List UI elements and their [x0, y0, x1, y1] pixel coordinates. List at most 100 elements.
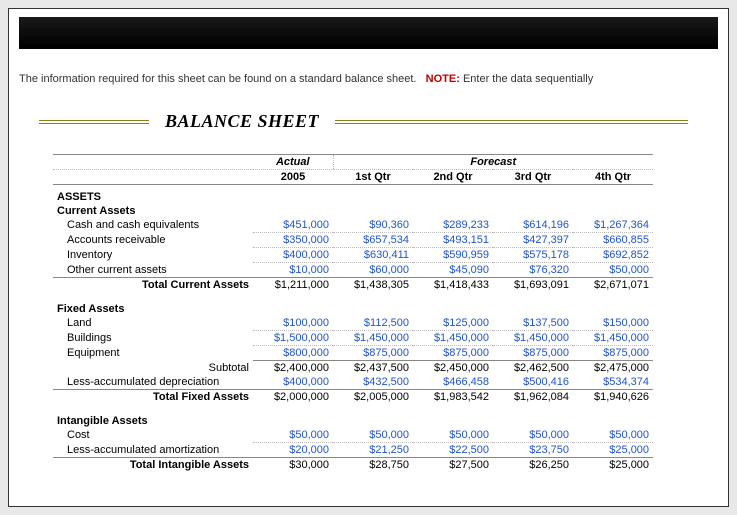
cell-value[interactable]: $432,500: [333, 375, 413, 390]
cell-value[interactable]: $21,250: [333, 443, 413, 458]
cell-value[interactable]: $90,360: [333, 218, 413, 233]
cell-value[interactable]: $657,534: [333, 233, 413, 248]
cell-total: $1,438,305: [333, 278, 413, 293]
cell-value[interactable]: $427,397: [493, 233, 573, 248]
cell-value[interactable]: $50,000: [573, 428, 653, 443]
cell-value[interactable]: $466,458: [413, 375, 493, 390]
title-row: BALANCE SHEET: [19, 111, 718, 132]
cell-total: $26,250: [493, 458, 573, 473]
title-rule-left: [39, 120, 149, 124]
cell-value[interactable]: $614,196: [493, 218, 573, 233]
header-q4: 4th Qtr: [573, 170, 653, 185]
note-label: NOTE:: [426, 73, 460, 85]
cell-value[interactable]: $500,416: [493, 375, 573, 390]
cell-value[interactable]: $660,855: [573, 233, 653, 248]
cell-value[interactable]: $1,500,000: [253, 331, 333, 346]
cell-value[interactable]: $875,000: [573, 346, 653, 361]
info-prefix: The information required for this sheet …: [19, 73, 416, 85]
cell-value[interactable]: $1,450,000: [333, 331, 413, 346]
less-amortization: Less-accumulated amortization $20,000 $2…: [53, 443, 653, 458]
cell-value[interactable]: $289,233: [413, 218, 493, 233]
cell-value[interactable]: $800,000: [253, 346, 333, 361]
cell-value[interactable]: $100,000: [253, 316, 333, 331]
cell-value[interactable]: $1,450,000: [413, 331, 493, 346]
header-q1: 1st Qtr: [333, 170, 413, 185]
cell-subtotal: $2,450,000: [413, 361, 493, 376]
cell-value[interactable]: $590,959: [413, 248, 493, 263]
cell-value[interactable]: $50,000: [413, 428, 493, 443]
cell-value[interactable]: $23,750: [493, 443, 573, 458]
cell-value[interactable]: $451,000: [253, 218, 333, 233]
header-q3: 3rd Qtr: [493, 170, 573, 185]
header-row-periods: 2005 1st Qtr 2nd Qtr 3rd Qtr 4th Qtr: [53, 170, 653, 185]
cell-value[interactable]: $50,000: [333, 428, 413, 443]
fixed-assets-label: Fixed Assets: [53, 302, 653, 316]
cell-total: $2,005,000: [333, 390, 413, 405]
cell-value[interactable]: $875,000: [333, 346, 413, 361]
cell-value[interactable]: $493,151: [413, 233, 493, 248]
cell-value[interactable]: $875,000: [493, 346, 573, 361]
row-label: Accounts receivable: [53, 233, 253, 248]
cell-total: $1,693,091: [493, 278, 573, 293]
cell-value[interactable]: $76,320: [493, 263, 573, 278]
cell-value[interactable]: $20,000: [253, 443, 333, 458]
cell-value[interactable]: $60,000: [333, 263, 413, 278]
cell-total: $2,000,000: [253, 390, 333, 405]
cell-value[interactable]: $50,000: [573, 263, 653, 278]
assets-table: Actual Forecast 2005 1st Qtr 2nd Qtr 3rd…: [53, 154, 653, 472]
header-row-group: Actual Forecast: [53, 155, 653, 170]
total-label: Total Current Assets: [53, 278, 253, 293]
cell-value[interactable]: $692,852: [573, 248, 653, 263]
table-row: Buildings $1,500,000 $1,450,000 $1,450,0…: [53, 331, 653, 346]
cell-subtotal: $2,462,500: [493, 361, 573, 376]
cell-value[interactable]: $534,374: [573, 375, 653, 390]
cell-total: $2,671,071: [573, 278, 653, 293]
cell-subtotal: $2,475,000: [573, 361, 653, 376]
cell-value[interactable]: $575,178: [493, 248, 573, 263]
cell-value[interactable]: $25,000: [573, 443, 653, 458]
cell-value[interactable]: $10,000: [253, 263, 333, 278]
cell-value[interactable]: $45,090: [413, 263, 493, 278]
cell-value[interactable]: $1,450,000: [493, 331, 573, 346]
cell-value[interactable]: $137,500: [493, 316, 573, 331]
section-fixed-assets: Fixed Assets: [53, 302, 653, 316]
cell-value[interactable]: $400,000: [253, 248, 333, 263]
table-row: Cost $50,000 $50,000 $50,000 $50,000 $50…: [53, 428, 653, 443]
cell-value[interactable]: $400,000: [253, 375, 333, 390]
cell-total: $1,211,000: [253, 278, 333, 293]
table-row: Other current assets $10,000 $60,000 $45…: [53, 263, 653, 278]
row-label: Cost: [53, 428, 253, 443]
total-fixed-assets: Total Fixed Assets $2,000,000 $2,005,000…: [53, 390, 653, 405]
cell-value[interactable]: $630,411: [333, 248, 413, 263]
table-row: Accounts receivable $350,000 $657,534 $4…: [53, 233, 653, 248]
row-label: Less-accumulated amortization: [53, 443, 253, 458]
cell-value[interactable]: $875,000: [413, 346, 493, 361]
cell-total: $28,750: [333, 458, 413, 473]
cell-total: $25,000: [573, 458, 653, 473]
cell-subtotal: $2,400,000: [253, 361, 333, 376]
cell-value[interactable]: $150,000: [573, 316, 653, 331]
cell-value[interactable]: $1,450,000: [573, 331, 653, 346]
row-label: Buildings: [53, 331, 253, 346]
cell-value[interactable]: $350,000: [253, 233, 333, 248]
total-label: Total Intangible Assets: [53, 458, 253, 473]
row-label: Other current assets: [53, 263, 253, 278]
document-frame: The information required for this sheet …: [8, 8, 729, 507]
section-assets-label: ASSETS: [53, 185, 653, 205]
cell-value[interactable]: $112,500: [333, 316, 413, 331]
cell-value[interactable]: $22,500: [413, 443, 493, 458]
subtotal-label: Subtotal: [53, 361, 253, 376]
cell-value[interactable]: $50,000: [253, 428, 333, 443]
cell-value[interactable]: $125,000: [413, 316, 493, 331]
less-depreciation: Less-accumulated depreciation $400,000 $…: [53, 375, 653, 390]
table-row: Inventory $400,000 $630,411 $590,959 $57…: [53, 248, 653, 263]
cell-value[interactable]: $1,267,364: [573, 218, 653, 233]
note-text: Enter the data sequentially: [463, 73, 593, 85]
header-actual: Actual: [253, 155, 333, 170]
row-label: Land: [53, 316, 253, 331]
current-assets-label: Current Assets: [53, 204, 653, 218]
title-rule-right: [335, 120, 688, 124]
total-intangible-assets: Total Intangible Assets $30,000 $28,750 …: [53, 458, 653, 473]
cell-value[interactable]: $50,000: [493, 428, 573, 443]
cell-total: $1,940,626: [573, 390, 653, 405]
